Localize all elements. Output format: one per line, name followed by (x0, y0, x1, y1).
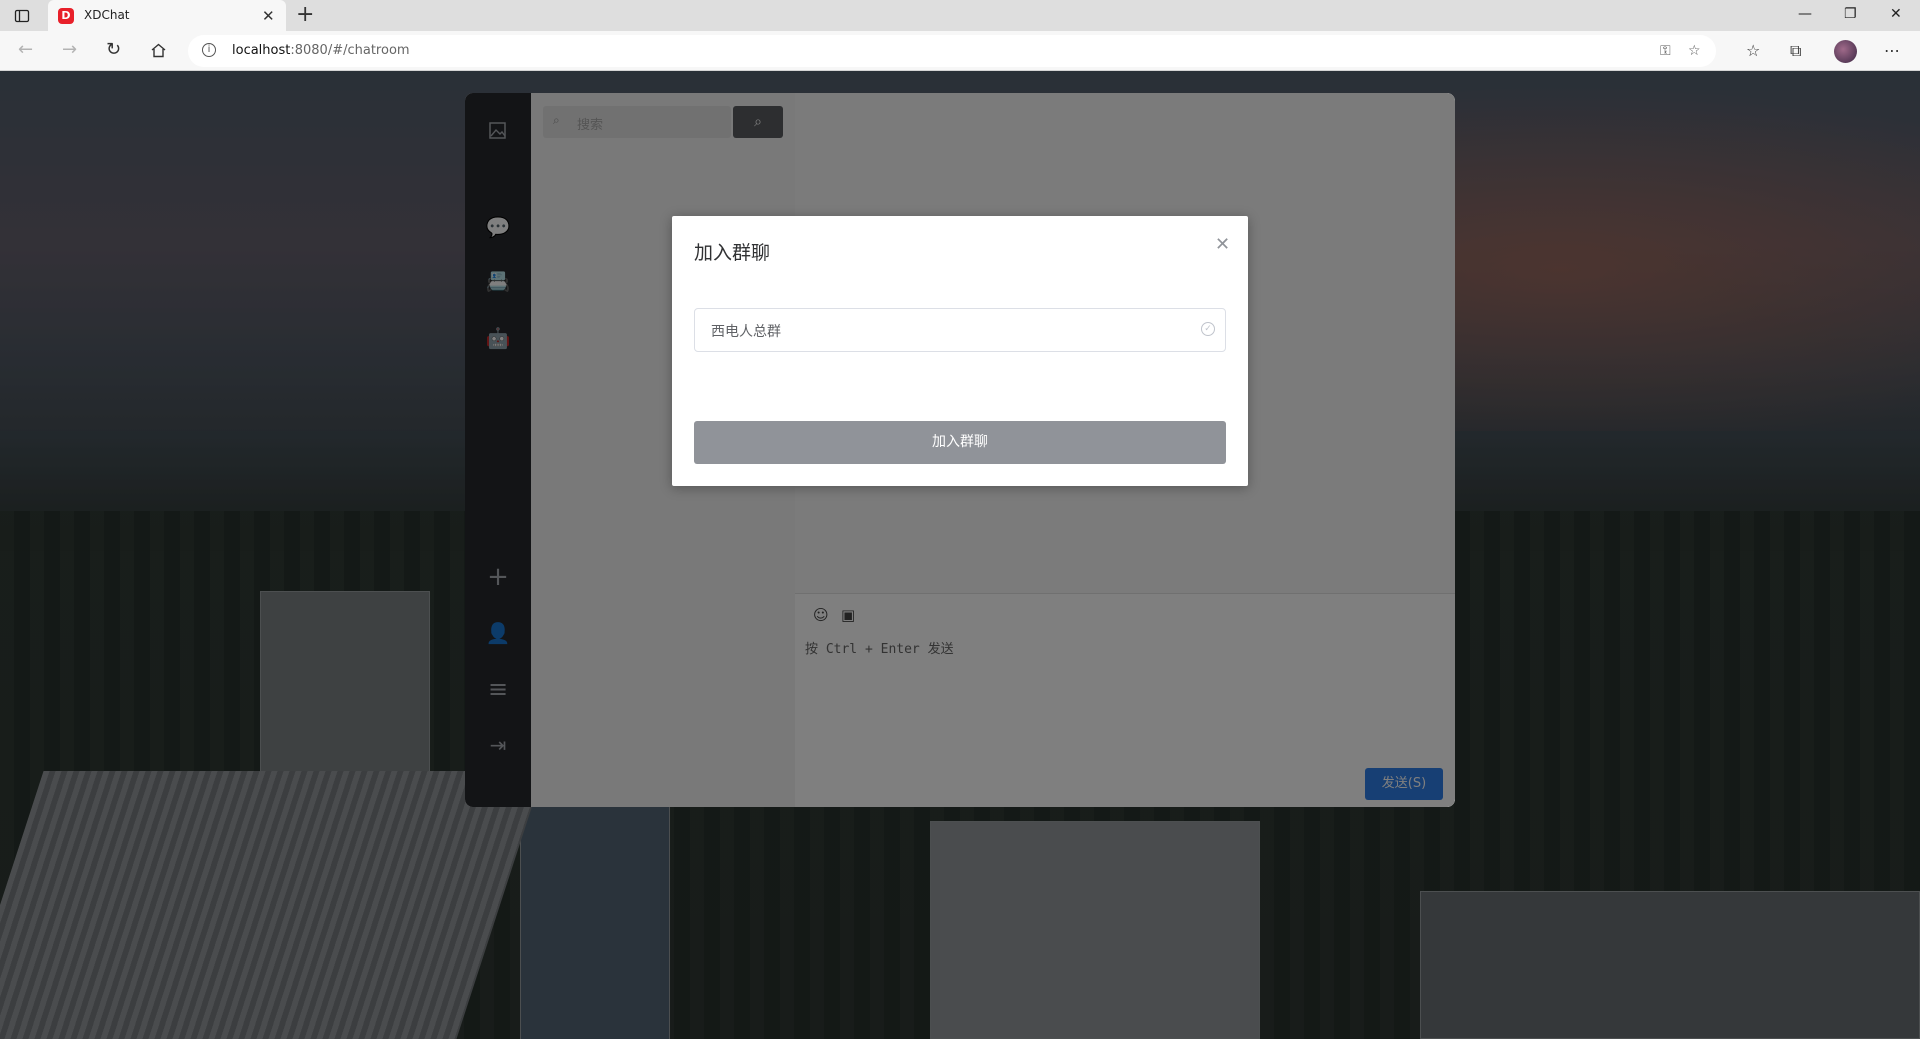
url-text: localhost:8080/#/chatroom (232, 43, 410, 58)
dialog-title: 加入群聊 (694, 242, 771, 264)
tab-actions-icon[interactable] (14, 8, 30, 24)
window-close-icon[interactable]: ✕ (1890, 6, 1902, 22)
tab-title: XDChat (84, 8, 130, 22)
address-field[interactable]: i localhost:8080/#/chatroom ⚿ ☆ (188, 35, 1716, 67)
home-icon[interactable] (150, 42, 167, 59)
join-group-dialog: 加入群聊 ✕ 西电人总群 ✓ 加入群聊 (672, 216, 1248, 486)
join-group-button[interactable]: 加入群聊 (694, 421, 1226, 464)
group-select-value: 西电人总群 (711, 324, 781, 340)
reload-icon[interactable]: ↻ (106, 40, 121, 60)
dialog-close-icon[interactable]: ✕ (1215, 234, 1230, 255)
check-circle-icon: ✓ (1201, 322, 1215, 336)
xdchat-favicon-icon: D (58, 8, 74, 24)
profile-avatar[interactable] (1834, 40, 1857, 63)
password-key-icon[interactable]: ⚿ (1660, 43, 1671, 59)
collections-icon[interactable]: ⧉ (1790, 41, 1801, 61)
tab-close-icon[interactable]: ✕ (262, 7, 275, 25)
more-icon[interactable]: ⋯ (1884, 41, 1900, 61)
back-icon[interactable]: ← (18, 40, 33, 60)
favorites-icon[interactable]: ☆ (1746, 41, 1760, 61)
browser-addressbar: ← → ↻ i localhost:8080/#/chatroom ⚿ ☆ ☆ … (0, 31, 1920, 71)
site-info-icon[interactable]: i (202, 43, 216, 57)
add-favorite-icon[interactable]: ☆ (1688, 43, 1701, 59)
minimize-icon[interactable]: — (1798, 6, 1812, 22)
browser-tabbar: D XDChat ✕ + — ❐ ✕ (0, 0, 1920, 31)
new-tab-button[interactable]: + (296, 3, 314, 27)
restore-icon[interactable]: ❐ (1844, 6, 1857, 22)
forward-icon[interactable]: → (62, 40, 77, 60)
group-select[interactable]: 西电人总群 ✓ (694, 308, 1226, 352)
